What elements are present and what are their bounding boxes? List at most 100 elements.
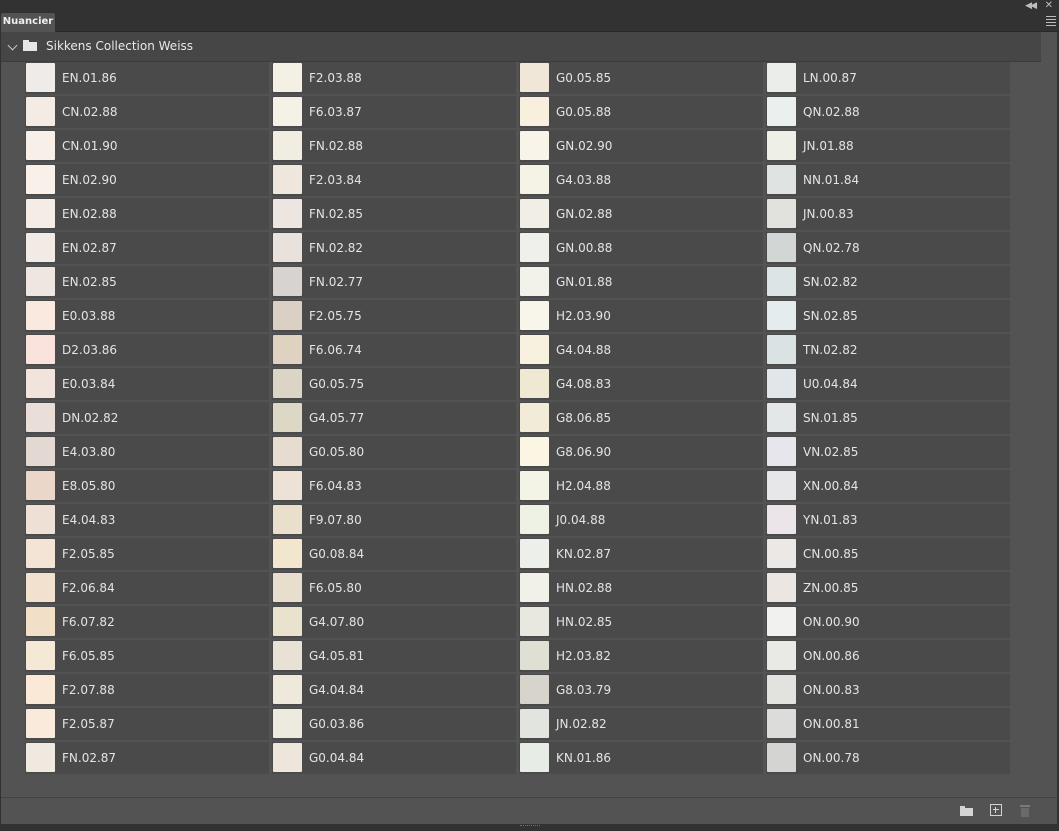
swatch-item[interactable]: H2.03.82 <box>519 640 763 672</box>
swatch-item[interactable]: G4.04.84 <box>272 674 516 706</box>
swatch-color-chip[interactable] <box>520 641 549 670</box>
swatch-color-chip[interactable] <box>520 437 549 466</box>
swatch-item[interactable]: E0.03.88 <box>25 300 269 332</box>
swatch-item[interactable]: G8.06.85 <box>519 402 763 434</box>
swatch-item[interactable]: E8.05.80 <box>25 470 269 502</box>
swatch-item[interactable]: HN.02.85 <box>519 606 763 638</box>
swatch-group-header[interactable]: Sikkens Collection Weiss <box>1 32 1041 62</box>
swatch-color-chip[interactable] <box>273 471 302 500</box>
swatch-item[interactable]: G0.04.84 <box>272 742 516 774</box>
swatch-item[interactable]: ON.00.78 <box>766 742 1010 774</box>
swatch-item[interactable]: QN.02.78 <box>766 232 1010 264</box>
swatch-color-chip[interactable] <box>26 437 55 466</box>
new-group-folder-icon[interactable] <box>960 806 973 816</box>
swatch-item[interactable]: FN.02.77 <box>272 266 516 298</box>
swatch-color-chip[interactable] <box>767 369 796 398</box>
swatch-color-chip[interactable] <box>767 403 796 432</box>
swatch-color-chip[interactable] <box>520 709 549 738</box>
swatch-color-chip[interactable] <box>273 233 302 262</box>
swatch-color-chip[interactable] <box>767 539 796 568</box>
swatch-color-chip[interactable] <box>520 233 549 262</box>
swatch-item[interactable]: JN.00.83 <box>766 198 1010 230</box>
swatch-item[interactable]: D2.03.86 <box>25 334 269 366</box>
swatch-color-chip[interactable] <box>273 675 302 704</box>
swatch-color-chip[interactable] <box>767 641 796 670</box>
swatch-item[interactable]: ON.00.81 <box>766 708 1010 740</box>
swatch-color-chip[interactable] <box>767 267 796 296</box>
swatch-item[interactable]: G4.03.88 <box>519 164 763 196</box>
swatch-item[interactable]: F9.07.80 <box>272 504 516 536</box>
swatch-item[interactable]: EN.02.90 <box>25 164 269 196</box>
add-swatch-icon[interactable] <box>990 804 1002 816</box>
swatch-color-chip[interactable] <box>767 131 796 160</box>
swatch-color-chip[interactable] <box>26 233 55 262</box>
swatch-item[interactable]: E4.04.83 <box>25 504 269 536</box>
swatch-color-chip[interactable] <box>26 267 55 296</box>
swatch-item[interactable]: VN.02.85 <box>766 436 1010 468</box>
swatch-color-chip[interactable] <box>520 301 549 330</box>
swatch-color-chip[interactable] <box>273 97 302 126</box>
swatch-color-chip[interactable] <box>273 709 302 738</box>
swatch-color-chip[interactable] <box>273 403 302 432</box>
swatch-item[interactable]: F2.06.84 <box>25 572 269 604</box>
swatch-item[interactable]: G0.03.86 <box>272 708 516 740</box>
swatch-color-chip[interactable] <box>26 471 55 500</box>
swatch-item[interactable]: H2.04.88 <box>519 470 763 502</box>
swatch-color-chip[interactable] <box>767 199 796 228</box>
swatch-item[interactable]: YN.01.83 <box>766 504 1010 536</box>
swatch-color-chip[interactable] <box>767 573 796 602</box>
swatch-item[interactable]: G8.06.90 <box>519 436 763 468</box>
swatch-item[interactable]: G4.07.80 <box>272 606 516 638</box>
swatch-color-chip[interactable] <box>520 505 549 534</box>
swatch-item[interactable]: F6.03.87 <box>272 96 516 128</box>
swatch-item[interactable]: F2.05.75 <box>272 300 516 332</box>
swatch-color-chip[interactable] <box>767 233 796 262</box>
swatch-item[interactable]: DN.02.82 <box>25 402 269 434</box>
swatch-color-chip[interactable] <box>520 607 549 636</box>
swatch-color-chip[interactable] <box>767 505 796 534</box>
swatch-color-chip[interactable] <box>520 471 549 500</box>
swatch-color-chip[interactable] <box>273 607 302 636</box>
swatch-item[interactable]: EN.02.87 <box>25 232 269 264</box>
swatch-item[interactable]: F6.06.74 <box>272 334 516 366</box>
swatch-item[interactable]: LN.00.87 <box>766 62 1010 94</box>
swatch-color-chip[interactable] <box>273 641 302 670</box>
swatch-color-chip[interactable] <box>26 301 55 330</box>
swatch-item[interactable]: F6.04.83 <box>272 470 516 502</box>
swatch-item[interactable]: G0.05.80 <box>272 436 516 468</box>
swatch-color-chip[interactable] <box>273 165 302 194</box>
swatch-item[interactable]: F2.05.85 <box>25 538 269 570</box>
swatch-color-chip[interactable] <box>767 743 796 772</box>
swatch-item[interactable]: FN.02.88 <box>272 130 516 162</box>
swatch-color-chip[interactable] <box>520 369 549 398</box>
swatch-item[interactable]: G4.05.77 <box>272 402 516 434</box>
swatch-item[interactable]: F2.03.84 <box>272 164 516 196</box>
swatch-item[interactable]: SN.02.82 <box>766 266 1010 298</box>
swatch-color-chip[interactable] <box>767 675 796 704</box>
swatch-color-chip[interactable] <box>520 131 549 160</box>
close-icon[interactable]: ✕ <box>1045 0 1053 12</box>
tab-nuancier[interactable]: Nuancier <box>1 13 55 32</box>
swatch-color-chip[interactable] <box>273 505 302 534</box>
swatch-color-chip[interactable] <box>520 675 549 704</box>
swatch-color-chip[interactable] <box>767 165 796 194</box>
swatch-item[interactable]: KN.02.87 <box>519 538 763 570</box>
swatch-item[interactable]: SN.01.85 <box>766 402 1010 434</box>
swatch-color-chip[interactable] <box>26 641 55 670</box>
swatch-item[interactable]: HN.02.88 <box>519 572 763 604</box>
swatch-item[interactable]: ON.00.83 <box>766 674 1010 706</box>
swatch-color-chip[interactable] <box>767 301 796 330</box>
swatch-color-chip[interactable] <box>26 539 55 568</box>
swatch-item[interactable]: EN.02.88 <box>25 198 269 230</box>
swatch-item[interactable]: ON.00.90 <box>766 606 1010 638</box>
swatch-item[interactable]: G8.03.79 <box>519 674 763 706</box>
swatch-color-chip[interactable] <box>520 199 549 228</box>
swatch-color-chip[interactable] <box>26 165 55 194</box>
swatch-color-chip[interactable] <box>26 131 55 160</box>
swatch-color-chip[interactable] <box>273 743 302 772</box>
swatch-color-chip[interactable] <box>767 63 796 92</box>
swatch-color-chip[interactable] <box>520 403 549 432</box>
swatch-item[interactable]: NN.01.84 <box>766 164 1010 196</box>
swatch-item[interactable]: G0.05.75 <box>272 368 516 400</box>
swatch-item[interactable]: F6.05.80 <box>272 572 516 604</box>
